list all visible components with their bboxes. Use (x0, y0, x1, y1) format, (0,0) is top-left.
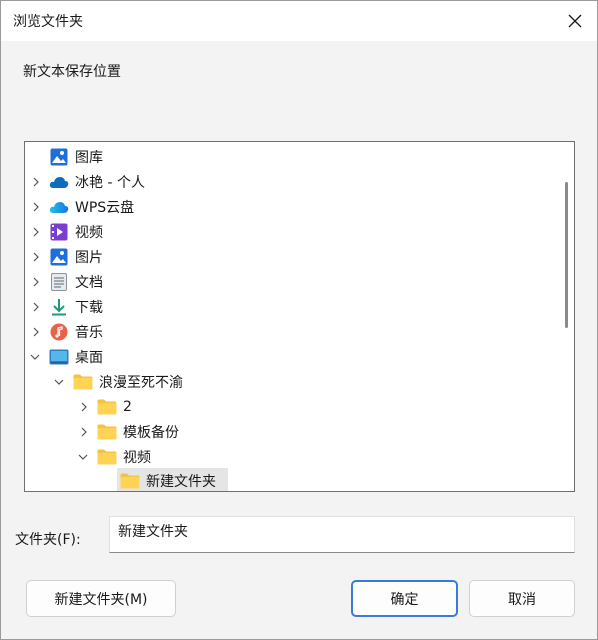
chevron-down-icon[interactable] (76, 450, 90, 464)
title-bar: 浏览文件夹 (1, 1, 597, 41)
tree-item-label: 2 (123, 398, 132, 415)
cancel-button[interactable]: 取消 (469, 580, 575, 617)
tree-item-folder[interactable]: 浪漫至死不渝 (25, 369, 560, 394)
new-folder-button[interactable]: 新建文件夹(M) (26, 580, 176, 617)
close-button[interactable] (563, 9, 587, 33)
tree-item-music[interactable]: 音乐 (25, 319, 560, 344)
browse-folder-dialog: 浏览文件夹 新文本保存位置 图库 冰艳 - 个人 WPS云盘 视频 图片 文档 … (0, 0, 598, 640)
folder-icon (97, 422, 117, 442)
folder-field-label: 文件夹(F): (15, 532, 81, 548)
tree-item-folder[interactable]: 视频 (25, 444, 560, 469)
folder-icon (97, 447, 117, 467)
tree-item-videos[interactable]: 视频 (25, 219, 560, 244)
videos-folder-icon (49, 222, 69, 242)
downloads-arrow-icon (49, 297, 69, 317)
folder-tree[interactable]: 图库 冰艳 - 个人 WPS云盘 视频 图片 文档 下载 音乐 桌面 浪漫至死不… (24, 141, 575, 492)
tree-item-desktop[interactable]: 桌面 (25, 344, 560, 369)
tree-item-label: 视频 (123, 449, 151, 466)
tree-item-selected-folder[interactable]: 新建文件夹 (25, 468, 560, 491)
tree-item-label: 下载 (75, 299, 103, 316)
tree-item-onedrive[interactable]: 冰艳 - 个人 (25, 169, 560, 194)
tree-item-label: 图片 (75, 249, 103, 266)
ok-button[interactable]: 确定 (351, 580, 458, 617)
folder-name-input[interactable]: 新建文件夹 (109, 516, 575, 553)
close-icon (568, 14, 582, 28)
chevron-down-icon[interactable] (52, 375, 66, 389)
tree-item-wps-cloud[interactable]: WPS云盘 (25, 194, 560, 219)
chevron-right-icon[interactable] (29, 250, 43, 264)
chevron-right-icon[interactable] (29, 325, 43, 339)
tree-item-gallery[interactable]: 图库 (25, 144, 560, 169)
folder-icon (73, 372, 93, 392)
tree-item-downloads[interactable]: 下载 (25, 294, 560, 319)
tree-item-folder[interactable]: 2 (25, 394, 560, 419)
chevron-right-icon[interactable] (77, 400, 91, 414)
tree-item-label: 音乐 (75, 324, 103, 341)
tree-item-label: 新建文件夹 (146, 473, 216, 490)
gallery-icon (49, 147, 69, 167)
folder-icon (120, 471, 140, 491)
tree-item-label: 模板备份 (123, 424, 179, 441)
chevron-right-icon[interactable] (29, 275, 43, 289)
chevron-right-icon[interactable] (29, 175, 43, 189)
tree-item-label: 图库 (75, 149, 103, 166)
wps-cloud-icon (49, 197, 69, 217)
music-icon (49, 322, 69, 342)
chevron-right-icon[interactable] (29, 200, 43, 214)
tree-item-label: 冰艳 - 个人 (75, 174, 145, 191)
documents-folder-icon (49, 272, 69, 292)
tree-item-documents[interactable]: 文档 (25, 269, 560, 294)
tree-item-label: 文档 (75, 274, 103, 291)
chevron-right-icon[interactable] (77, 425, 91, 439)
tree-item-label: WPS云盘 (75, 199, 135, 216)
tree-item-label: 浪漫至死不渝 (99, 374, 183, 391)
pictures-folder-icon (49, 247, 69, 267)
dialog-prompt: 新文本保存位置 (23, 64, 121, 80)
chevron-right-icon[interactable] (29, 300, 43, 314)
tree-item-label: 桌面 (75, 349, 103, 366)
tree-item-folder[interactable]: 模板备份 (25, 419, 560, 444)
tree-item-label: 视频 (75, 224, 103, 241)
tree-item-pictures[interactable]: 图片 (25, 244, 560, 269)
folder-icon (97, 397, 117, 417)
onedrive-cloud-icon (49, 172, 69, 192)
chevron-right-icon[interactable] (29, 225, 43, 239)
desktop-icon (49, 347, 69, 367)
tree-scrollbar[interactable] (565, 182, 568, 328)
chevron-down-icon[interactable] (28, 350, 42, 364)
window-title: 浏览文件夹 (13, 14, 83, 30)
